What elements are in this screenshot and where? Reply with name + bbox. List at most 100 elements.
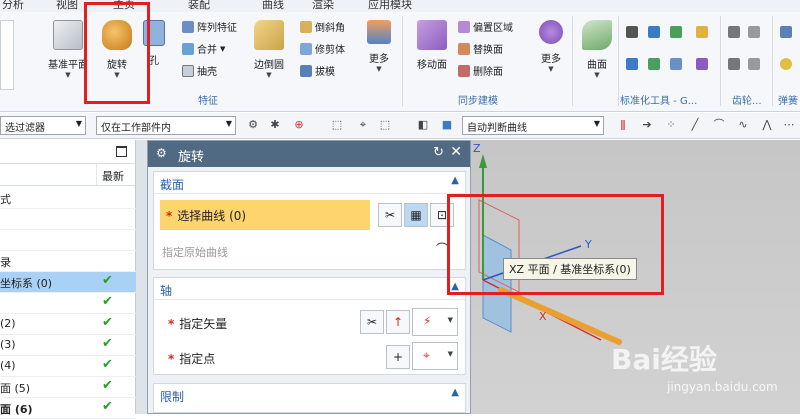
tab-view[interactable]: 视图	[56, 0, 78, 12]
tree-row[interactable]: 面 (6) ✔	[0, 398, 136, 419]
snap-point-icon[interactable]: ǁ	[616, 118, 630, 132]
spline-icon[interactable]: ∿	[736, 118, 750, 132]
collapse-icon[interactable]: ▲	[451, 175, 459, 186]
navigator-columns: 最新	[0, 164, 135, 186]
trim-body-button[interactable]: 修剪体	[300, 41, 345, 56]
vector-icon[interactable]: ↑	[386, 310, 410, 334]
line-icon[interactable]: ╱	[688, 118, 702, 132]
tool-icon[interactable]	[696, 26, 708, 38]
replace-face-button[interactable]: 替换面	[458, 41, 503, 56]
point-type-dropdown[interactable]: ⌖ ▼	[412, 342, 458, 370]
more-icon[interactable]: ⋯	[782, 118, 796, 132]
view-icon[interactable]: ◧	[416, 118, 430, 132]
tool-icon[interactable]	[626, 26, 638, 38]
surface-button[interactable]: 曲面 ▼	[580, 20, 614, 79]
specify-origin-curve-label[interactable]: 指定原始曲线	[162, 244, 228, 260]
tree-row[interactable]: (4) ✔	[0, 356, 136, 377]
curve-select-icon[interactable]: ▦	[404, 203, 428, 227]
gear-icon[interactable]	[728, 58, 740, 70]
filter-icon[interactable]: ⚙	[246, 118, 260, 132]
section-header[interactable]: 截面 ▲	[154, 172, 465, 194]
gear-icon[interactable]	[748, 58, 760, 70]
gear-icon[interactable]	[728, 26, 740, 38]
edge-blend-button[interactable]: 边倒圆 ▼	[250, 20, 288, 79]
tab-render[interactable]: 渲染	[312, 0, 334, 12]
tree-row[interactable]: 式	[0, 188, 136, 209]
select-all-icon[interactable]: ⬚	[330, 118, 344, 132]
tree-row[interactable]: 录	[0, 251, 136, 272]
vector-type-dropdown[interactable]: ⚡ ▼	[412, 308, 458, 336]
maximize-icon[interactable]	[116, 146, 127, 157]
limits-header[interactable]: 限制 ▲	[154, 384, 465, 406]
gear-icon[interactable]	[748, 26, 760, 38]
selection-scope-dropdown[interactable]: 仅在工作部件内 ▼	[96, 116, 236, 135]
axis-group: 轴 ▲ * 指定矢量 ✂ ↑ ⚡ ▼ * 指定点 + ⌖ ▼	[153, 277, 466, 375]
tab-assembly[interactable]: 装配	[188, 0, 210, 12]
point-dialog-icon[interactable]: +	[386, 345, 410, 369]
watermark-url: jingyan.baidu.com	[667, 380, 778, 394]
z-label: Z	[473, 142, 481, 155]
dialog-title: 旋转	[178, 150, 205, 165]
tool-icon[interactable]	[626, 58, 638, 70]
tool-icon[interactable]	[648, 58, 660, 70]
body-icon[interactable]: ■	[440, 118, 454, 132]
axis-header[interactable]: 轴 ▲	[154, 278, 465, 300]
tree-row[interactable]	[0, 230, 136, 251]
type-filter-dropdown[interactable]: 选过滤器 ▼	[0, 116, 86, 135]
tree-row-datum-csys[interactable]: 坐标系 (0) ✔	[0, 272, 136, 293]
pattern-icon[interactable]: ⁘	[664, 118, 678, 132]
deselect-curve-icon[interactable]: ✂	[378, 203, 402, 227]
box-select-icon[interactable]: ⬚	[378, 118, 392, 132]
tree-row[interactable]: (3) ✔	[0, 335, 136, 356]
deselect-icon[interactable]: ⌖	[356, 118, 370, 132]
datum-plane-icon	[53, 20, 83, 50]
more-sync-button[interactable]: 更多 ▼	[536, 20, 566, 73]
column-latest: 最新	[96, 164, 136, 185]
highlight-plane-box	[447, 194, 664, 295]
shell-button[interactable]: 抽壳	[182, 63, 217, 78]
chamfer-button[interactable]: 倒斜角	[300, 19, 345, 34]
curve-rule-dropdown[interactable]: 自动判断曲线 ▼	[462, 116, 604, 135]
close-icon[interactable]: ✕	[450, 144, 462, 160]
delete-face-button[interactable]: 删除面	[458, 63, 503, 78]
tool-icon[interactable]	[670, 58, 682, 70]
tree-row[interactable]	[0, 209, 136, 230]
tab-analysis[interactable]: 分析	[2, 0, 24, 12]
navigator-header	[0, 140, 135, 164]
tool-icon[interactable]	[670, 26, 682, 38]
tree-row[interactable]: 面 (5) ✔	[0, 377, 136, 398]
unite-button[interactable]: 合并 ▼	[182, 41, 225, 56]
arrow-icon[interactable]: ➔	[640, 118, 654, 132]
standard-tools-icons	[626, 26, 716, 86]
pattern-feature-button[interactable]: 阵列特征	[182, 19, 237, 34]
reverse-icon[interactable]: ✂	[360, 310, 384, 334]
select-curve-field[interactable]: * 选择曲线 (0)	[160, 200, 370, 230]
snap-icon[interactable]: ⊕	[292, 118, 306, 132]
offset-region-button[interactable]: 偏置区域	[458, 19, 513, 34]
revolve-dialog: ⚙ 旋转 ↻ ✕ 截面 ▲ * 选择曲线 (0) ✂ ▦ ⊡ 指定原始曲线 ⌒ 轴 ▲…	[147, 140, 471, 414]
settings-icon[interactable]: ⚙	[156, 146, 167, 160]
draft-button[interactable]: 拔模	[300, 63, 335, 78]
spring-icon[interactable]	[780, 58, 792, 70]
checkmark-icon: ✔	[102, 315, 113, 330]
specify-point-label[interactable]: * 指定点	[168, 350, 215, 367]
group-label-sync: 同步建模	[458, 96, 498, 107]
polyline-icon[interactable]: ⋀	[760, 118, 774, 132]
tool-icon[interactable]	[648, 26, 660, 38]
tab-curve[interactable]: 曲线	[262, 0, 284, 12]
dialog-title-bar: ⚙ 旋转 ↻ ✕	[148, 141, 470, 167]
spring-icon[interactable]	[780, 26, 792, 38]
select-icon[interactable]: ✱	[268, 118, 282, 132]
move-face-button[interactable]: 移动面	[412, 20, 452, 71]
more-features-button[interactable]: 更多 ▼	[364, 20, 394, 73]
side-dropdown[interactable]	[0, 20, 14, 90]
tree-row[interactable]: (2) ✔	[0, 314, 136, 335]
specify-vector-label[interactable]: * 指定矢量	[168, 315, 227, 332]
replace-face-icon	[458, 42, 470, 55]
curve-icon[interactable]: ⌒	[712, 118, 726, 132]
collapse-icon[interactable]: ▲	[451, 387, 459, 398]
reset-icon[interactable]: ↻	[433, 145, 444, 160]
tab-application[interactable]: 应用模块	[368, 0, 412, 12]
tool-icon[interactable]	[696, 58, 708, 70]
tree-row[interactable]: ✔	[0, 293, 136, 314]
